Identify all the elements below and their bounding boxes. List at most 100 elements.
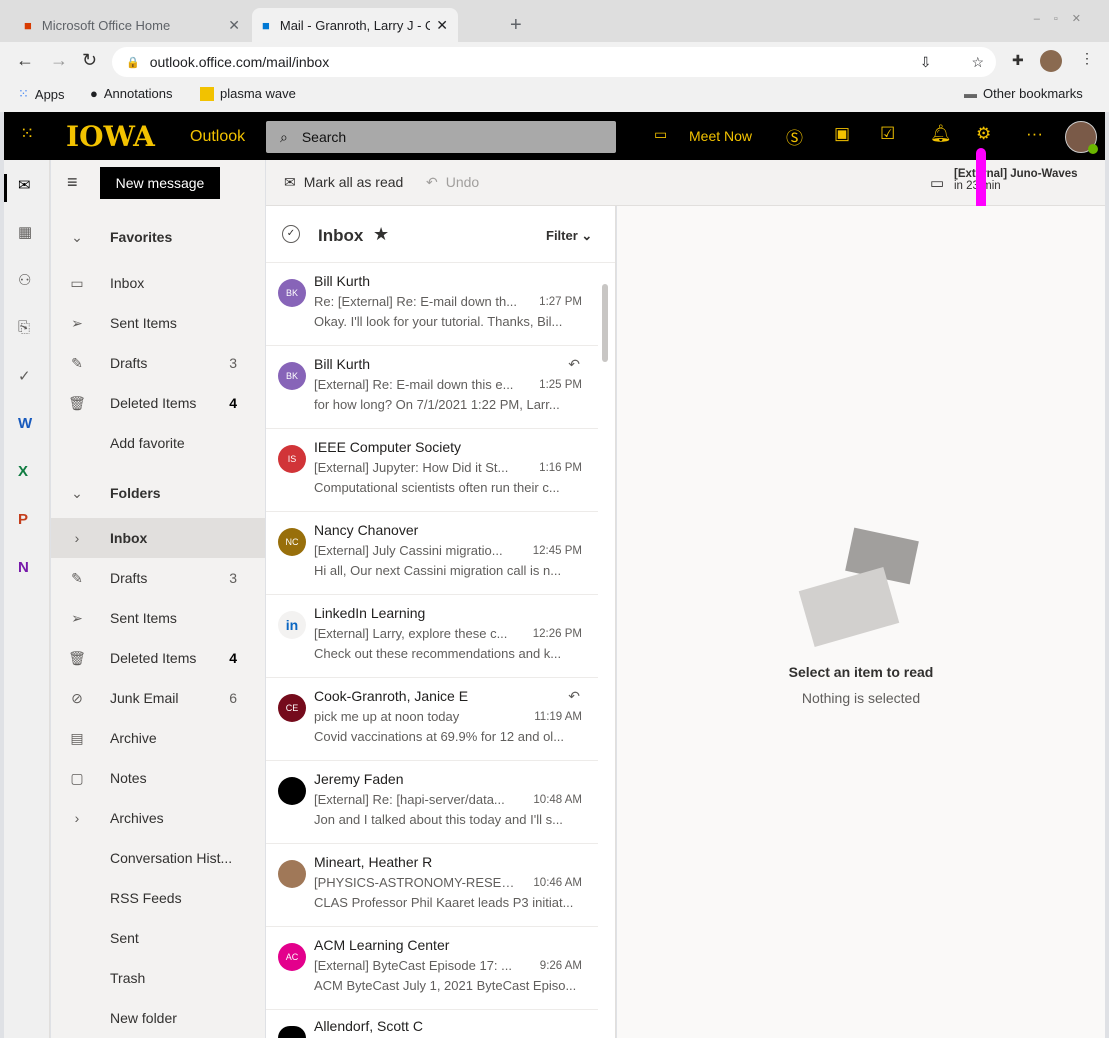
search-input[interactable]: ⌕ Search [266,121,616,153]
hamburger-icon[interactable]: ≡ [67,172,78,193]
folder-sent-items[interactable]: ➢ Sent Items [51,598,265,638]
app-name[interactable]: Outlook [190,128,245,146]
forward-icon[interactable]: → [50,50,68,71]
profile-avatar[interactable] [1040,50,1062,72]
tab-office-home[interactable]: ■ Microsoft Office Home ✕ [14,8,250,42]
received-time: 10:46 AM [533,877,582,889]
message-row[interactable]: BK Bill Kurth [External] Re: E-mail down… [266,346,598,429]
select-all-checkbox[interactable]: ✓ [282,225,300,243]
message-row[interactable]: Mineart, Heather R [PHYSICS-ASTRONOMY-RE… [266,844,598,927]
note-icon: ▢ [70,769,84,786]
window-controls[interactable]: –▫✕ [1034,12,1095,25]
bookmark-annotations[interactable]: ● Annotations [90,86,173,101]
folder-new-folder[interactable]: New folder [51,998,265,1038]
folder-junk-email[interactable]: ⊘ Junk Email 6 [51,678,265,718]
star-icon[interactable]: ★ [373,224,389,245]
message-row[interactable]: Jeremy Faden [External] Re: [hapi-server… [266,761,598,844]
fav-drafts[interactable]: ✎ Drafts 3 [51,343,265,383]
preview: Check out these recommendations and k... [314,646,562,661]
folder-conversation-history[interactable]: Conversation Hist... [51,838,265,878]
todo-icon[interactable]: ✓ [18,367,31,385]
bell-icon[interactable]: 🔔︎ [930,124,952,144]
open-envelope-icon: ✉ [284,174,296,190]
fav-sent-items[interactable]: ➢ Sent Items [51,303,265,343]
excel-icon[interactable]: X [18,463,28,480]
preview: Jon and I talked about this today and I'… [314,812,563,827]
folder-inbox[interactable]: › Inbox [51,518,265,558]
folder-archive[interactable]: ▤ Archive [51,718,265,758]
more-icon[interactable]: ··· [1026,124,1043,144]
bookmark-other[interactable]: ▬ Other bookmarks [964,86,1083,101]
todo-icon[interactable]: ☑ [880,124,895,144]
mark-all-read-button[interactable]: ✉ Mark all as read [284,174,403,191]
scrollbar-thumb[interactable] [602,284,608,362]
close-tab-icon[interactable]: ✕ [436,17,448,34]
active-indicator [4,174,7,202]
received-time: 1:27 PM [539,296,582,308]
folder-deleted-items[interactable]: 🗑︎ Deleted Items 4 [51,638,265,678]
message-row[interactable]: CE Cook-Granroth, Janice E pick me up at… [266,678,598,761]
skype-icon[interactable]: Ⓢ [786,124,803,149]
user-avatar[interactable] [1065,121,1098,154]
attachment-icon[interactable]: ⎘ [18,319,30,336]
install-icon[interactable]: ⇩ [920,54,932,71]
star-icon[interactable]: ☆ [971,54,984,71]
received-time: 11:19 AM [534,711,582,723]
subject: [External] Jupyter: How Did it St... [314,460,509,475]
message-list: ✓ Inbox ★ Filter ⌄ BK Bill Kurth Re: [Ex… [266,206,616,1038]
onenote-icon[interactable]: N [18,559,29,576]
folder-trash[interactable]: Trash [51,958,265,998]
iowa-logo[interactable]: IOWA [66,120,155,153]
folder-notes[interactable]: ▢ Notes [51,758,265,798]
received-time: 12:45 PM [532,545,582,557]
filter-button[interactable]: Filter ⌄ [546,228,592,244]
gear-icon[interactable]: ⚙ [976,124,991,144]
url-field[interactable]: 🔒 outlook.office.com/mail/inbox ⇩ ☆ [112,47,996,77]
new-message-button[interactable]: New message [100,167,220,199]
powerpoint-icon[interactable]: P [18,511,28,528]
bookmark-plasma-wave[interactable]: plasma wave [200,86,296,101]
people-icon[interactable]: ⚇ [18,271,31,289]
meet-now-button[interactable]: Meet Now [689,128,752,144]
fav-deleted-items[interactable]: 🗑︎ Deleted Items 4 [51,383,265,423]
send-icon: ➢ [71,314,83,331]
app-rail: ✉ ▦ ⚇ ⎘ ✓ W X P N [4,160,50,1038]
folder-drafts[interactable]: ✎ Drafts 3 [51,558,265,598]
add-favorite[interactable]: Add favorite [51,423,265,463]
sender-name: Nancy Chanover [314,522,419,538]
message-row[interactable]: IS IEEE Computer Society [External] Jupy… [266,429,598,512]
folder-sent[interactable]: Sent [51,918,265,958]
tab-outlook-mail[interactable]: ■Mail - Granroth, Larry J - Outlo✕ [252,8,458,42]
favorites-header[interactable]: ⌄ Favorites [51,217,265,257]
back-icon[interactable]: ← [16,50,34,71]
extensions-icon[interactable]: ✚ [1012,52,1024,69]
app-launcher-icon[interactable]: ⁙ [20,124,34,144]
bookmark-apps[interactable]: ⁙ Apps [18,86,65,102]
message-row[interactable]: Allendorf, Scott C [266,1010,598,1038]
new-tab-button[interactable]: + [500,8,532,42]
sender-avatar [278,777,306,805]
fav-inbox[interactable]: ▭ Inbox [51,263,265,303]
folders-header[interactable]: ⌄ Folders [51,473,265,513]
close-tab-icon[interactable]: ✕ [228,17,240,34]
message-row[interactable]: NC Nancy Chanover [External] July Cassin… [266,512,598,595]
message-row[interactable]: in LinkedIn Learning [External] Larry, e… [266,595,598,678]
subject: [External] July Cassini migratio... [314,543,503,558]
folder-archives[interactable]: › Archives [51,798,265,838]
message-row[interactable]: AC ACM Learning Center [External] ByteCa… [266,927,598,1010]
undo-button[interactable]: ↶ Undo [426,174,479,191]
word-icon[interactable]: W [18,415,32,432]
sender-name: ACM Learning Center [314,937,450,953]
archive-icon: ▤ [70,729,84,746]
onenote-icon[interactable]: ▣ [834,124,850,144]
sender-avatar [278,1026,306,1038]
message-row[interactable]: BK Bill Kurth Re: [External] Re: E-mail … [266,263,598,346]
preview: Hi all, Our next Cassini migration call … [314,563,562,578]
folder-rss-feeds[interactable]: RSS Feeds [51,878,265,918]
menu-icon[interactable]: ⋮ [1080,50,1094,67]
mail-icon[interactable]: ✉ [18,176,31,194]
reminder[interactable]: ▭ [External] Juno-Waves in 23 min [930,168,1078,192]
calendar-icon[interactable]: ▦ [18,223,32,241]
reload-icon[interactable]: ↻ [82,50,97,71]
sender-name: Allendorf, Scott C [314,1018,423,1034]
